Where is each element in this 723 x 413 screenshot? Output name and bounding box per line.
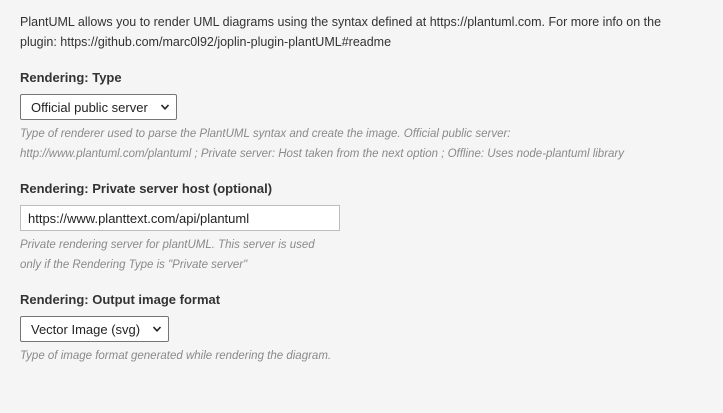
- output-format-label: Rendering: Output image format: [20, 292, 221, 307]
- private-server-description-line-2: only if the Rendering Type is "Private s…: [20, 259, 248, 271]
- chevron-down-icon: [160, 104, 170, 110]
- private-server-section: Rendering: Private server host (optional…: [20, 180, 703, 275]
- plugin-intro: PlantUML allows you to render UML diagra…: [20, 12, 680, 52]
- intro-line-2: plugin: https://github.com/marc0l92/jopl…: [20, 35, 392, 49]
- intro-line-1: PlantUML allows you to render UML diagra…: [20, 15, 662, 29]
- rendering-type-section: Rendering: Type Official public server T…: [20, 69, 703, 164]
- private-server-label: Rendering: Private server host (optional…: [20, 181, 273, 196]
- chevron-down-icon: [152, 326, 162, 332]
- rendering-type-selected-value: Official public server: [31, 99, 148, 115]
- output-format-description: Type of image format generated while ren…: [20, 350, 332, 362]
- output-format-section: Rendering: Output image format Vector Im…: [20, 291, 703, 366]
- rendering-type-description: Type of renderer used to parse the Plant…: [20, 124, 680, 164]
- output-format-selected-value: Vector Image (svg): [31, 321, 141, 337]
- rendering-type-description-line-1: Type of renderer used to parse the Plant…: [20, 128, 511, 140]
- plantuml-settings-page: PlantUML allows you to render UML diagra…: [0, 0, 723, 413]
- private-server-host-value: https://www.planttext.com/api/plantuml: [28, 210, 250, 226]
- private-server-description-line-1: Private rendering server for plantUML. T…: [20, 239, 315, 251]
- private-server-description: Private rendering server for plantUML. T…: [20, 235, 330, 275]
- private-server-host-input[interactable]: https://www.planttext.com/api/plantuml: [20, 205, 340, 231]
- output-format-select[interactable]: Vector Image (svg): [20, 316, 169, 342]
- rendering-type-label: Rendering: Type: [20, 70, 122, 85]
- rendering-type-description-line-2: http://www.plantuml.com/plantuml ; Priva…: [20, 148, 625, 160]
- rendering-type-select[interactable]: Official public server: [20, 94, 177, 120]
